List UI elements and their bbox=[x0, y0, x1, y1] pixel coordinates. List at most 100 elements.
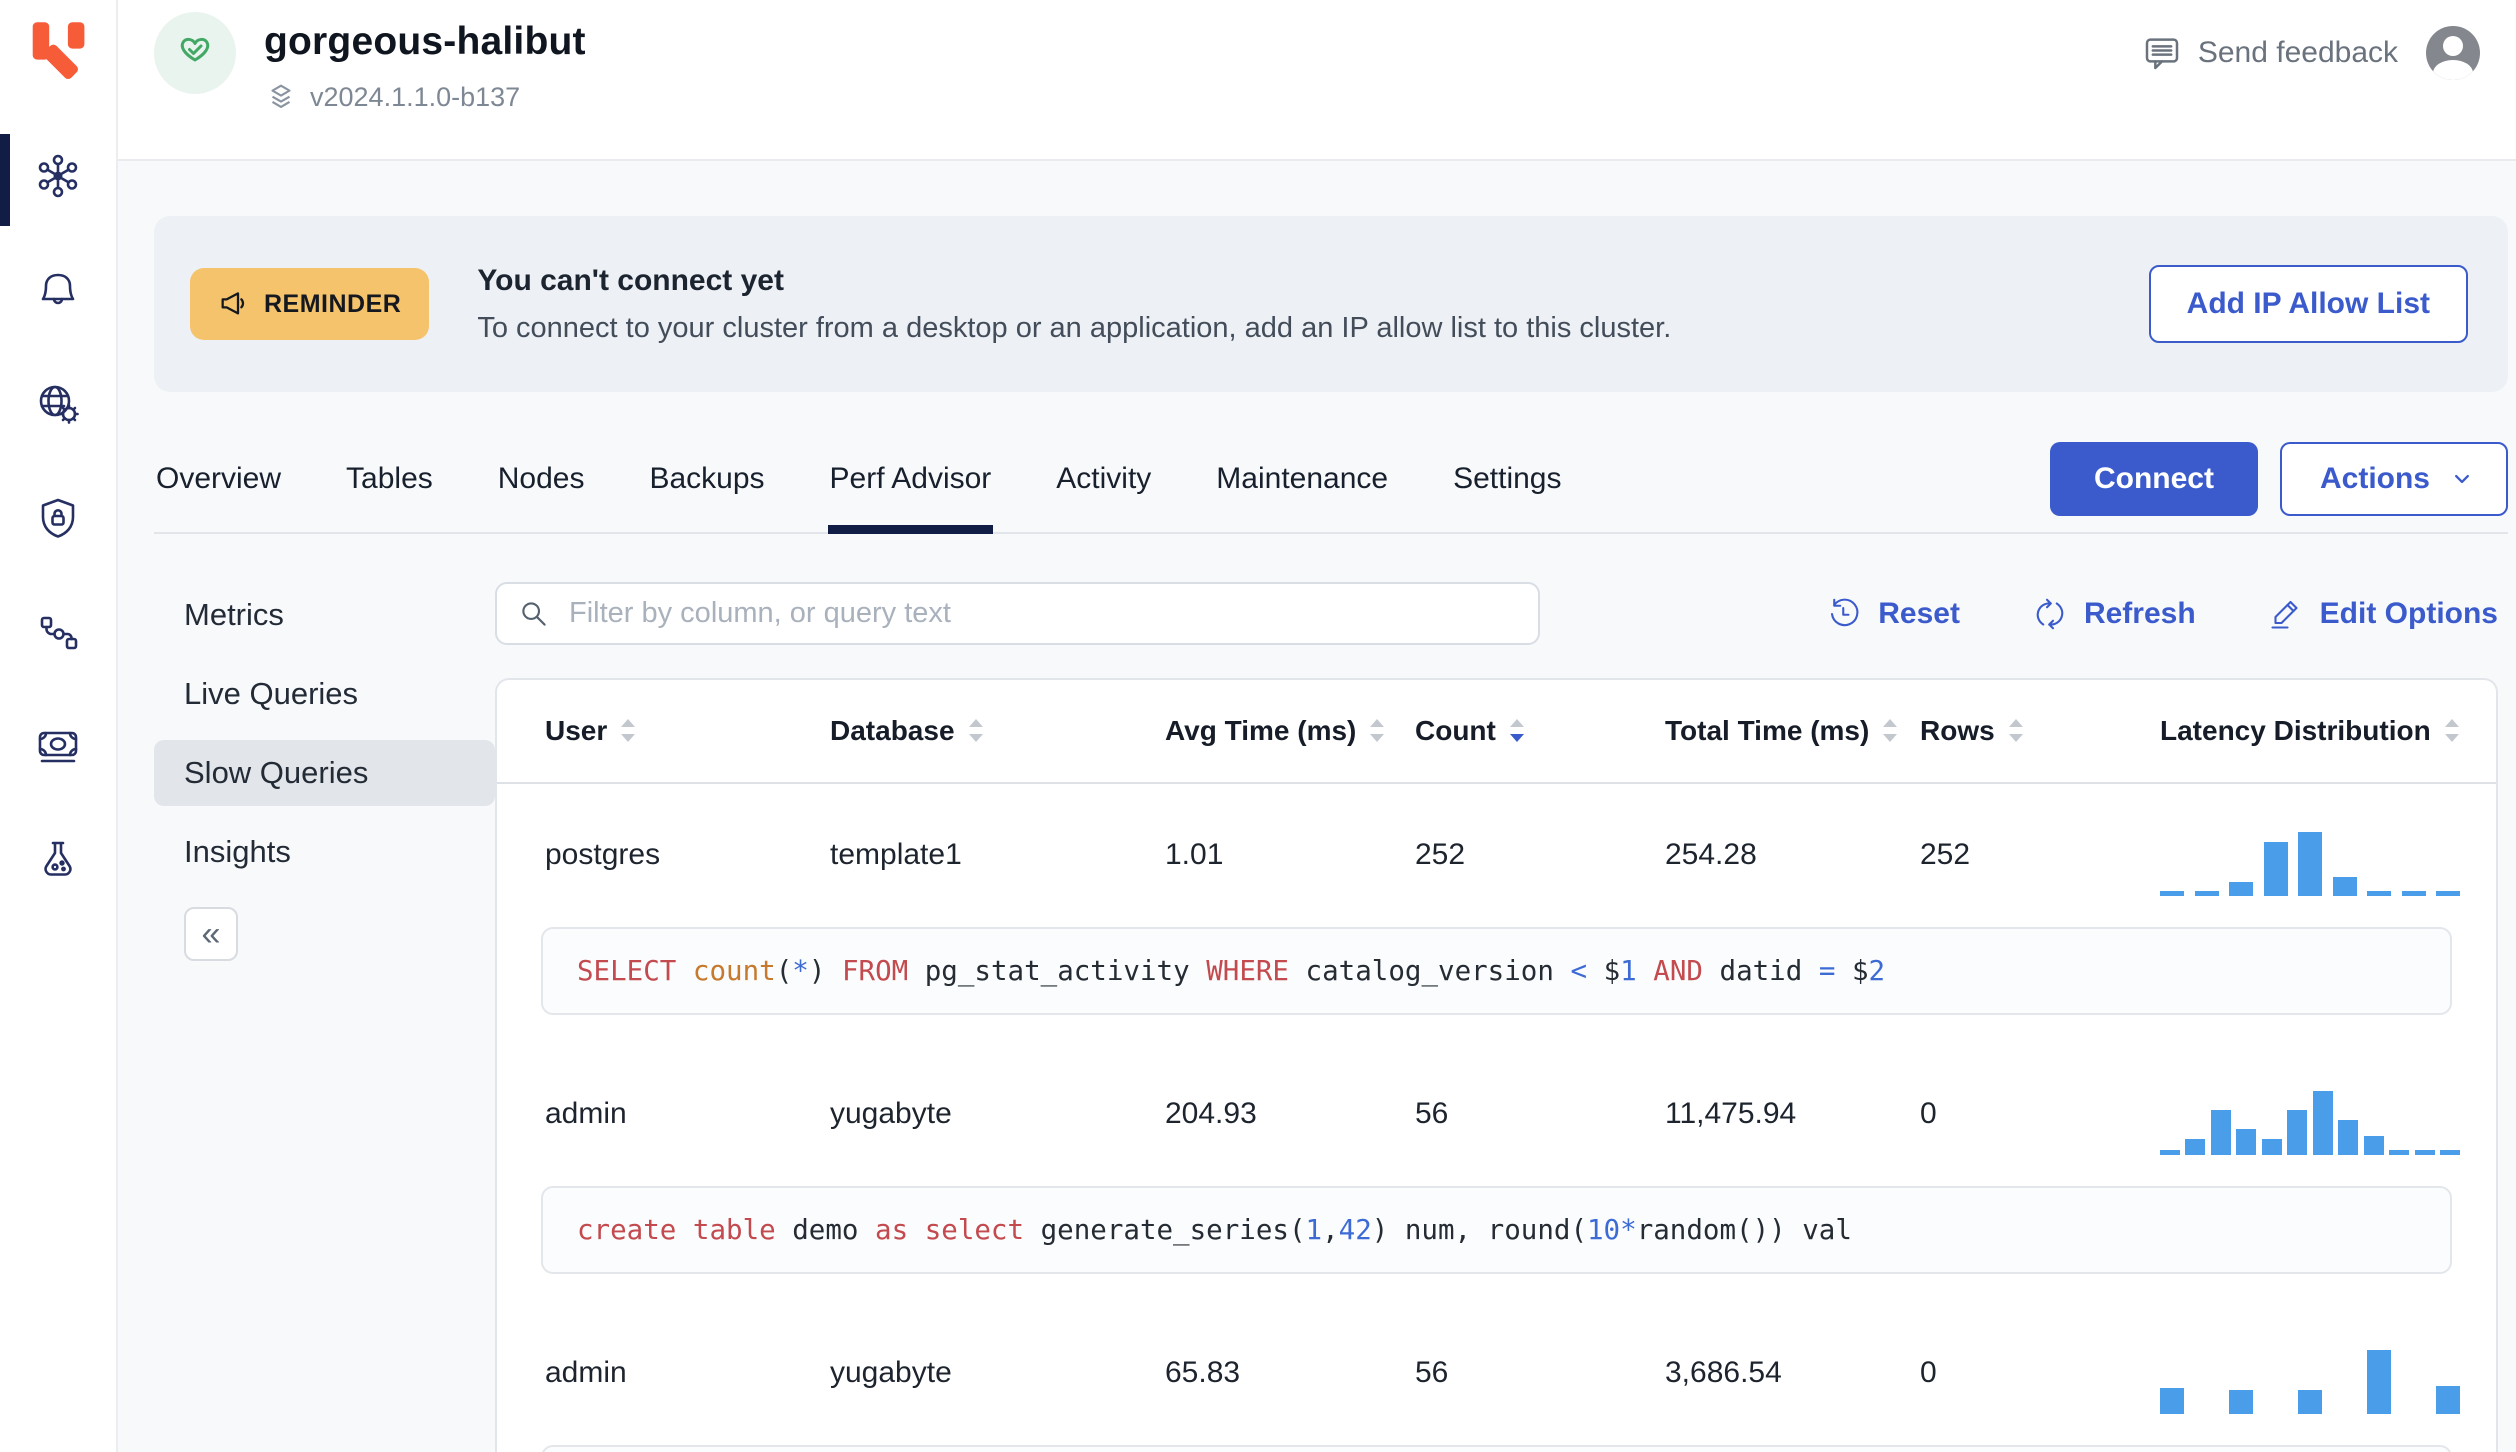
subnav-item-slow-queries[interactable]: Slow Queries bbox=[154, 740, 495, 806]
reminder-badge-label: REMINDER bbox=[264, 289, 402, 318]
query-row: drop table if exists demo bbox=[497, 1443, 2496, 1452]
table-row[interactable]: postgres template1 1.01 252 254.28 252 bbox=[497, 784, 2496, 925]
cell-rows: 0 bbox=[1920, 1355, 1937, 1389]
slow-queries-table: User Database Avg Time (ms) Count Total … bbox=[495, 678, 2498, 1452]
reset-history-icon bbox=[1831, 598, 1859, 626]
cell-avg-time: 65.83 bbox=[1165, 1355, 1241, 1389]
cell-count: 56 bbox=[1415, 1355, 1449, 1389]
subnav-item-insights[interactable]: Insights bbox=[154, 819, 495, 885]
query-row: create table demo as select generate_ser… bbox=[497, 1184, 2496, 1302]
rail-active-indicator bbox=[0, 134, 10, 226]
collapse-sidebar-button[interactable]: « bbox=[184, 907, 238, 961]
nav-billing-icon[interactable] bbox=[34, 722, 82, 770]
user-avatar[interactable] bbox=[2426, 26, 2480, 80]
cell-count: 252 bbox=[1415, 837, 1466, 871]
cell-database: yugabyte bbox=[830, 1355, 952, 1389]
cluster-version: v2024.1.1.0-b137 bbox=[310, 81, 521, 112]
page-title: gorgeous-halibut bbox=[264, 20, 586, 63]
sort-icon bbox=[1883, 719, 1898, 742]
cell-total-time: 3,686.54 bbox=[1665, 1355, 1782, 1389]
cell-avg-time: 1.01 bbox=[1165, 837, 1224, 871]
filter-input[interactable] bbox=[495, 582, 1540, 645]
cell-avg-time: 204.93 bbox=[1165, 1096, 1257, 1130]
table-row[interactable]: admin yugabyte 204.93 56 11,475.94 0 bbox=[497, 1043, 2496, 1184]
sort-icon bbox=[621, 719, 636, 742]
latency-histogram bbox=[2160, 828, 2460, 896]
cell-total-time: 11,475.94 bbox=[1665, 1096, 1797, 1130]
megaphone-icon bbox=[221, 292, 245, 315]
sort-icon bbox=[968, 719, 983, 742]
tab-backups[interactable]: Backups bbox=[647, 448, 766, 532]
cell-user: admin bbox=[545, 1355, 627, 1389]
feedback-icon bbox=[2145, 38, 2179, 70]
query-row: SELECT count(*) FROM pg_stat_activity WH… bbox=[497, 925, 2496, 1043]
subnav-item-metrics[interactable]: Metrics bbox=[154, 582, 495, 648]
send-feedback-button[interactable]: Send feedback bbox=[2142, 33, 2398, 73]
tab-perf-advisor[interactable]: Perf Advisor bbox=[827, 448, 994, 534]
cell-database: template1 bbox=[830, 837, 962, 871]
cluster-tabs: Overview Tables Nodes Backups Perf Advis… bbox=[154, 442, 2508, 534]
tab-settings[interactable]: Settings bbox=[1451, 448, 1563, 532]
actions-label: Actions bbox=[2319, 462, 2430, 495]
app-root: gorgeous-halibut v2024.1.1.0-b137 Send f… bbox=[0, 0, 2516, 1452]
column-header-latency-distribution[interactable]: Latency Distribution bbox=[2160, 715, 2466, 747]
perf-advisor-subnav: Metrics Live Queries Slow Queries Insigh… bbox=[118, 582, 495, 1452]
tab-activity[interactable]: Activity bbox=[1054, 448, 1153, 532]
tab-nodes[interactable]: Nodes bbox=[496, 448, 587, 532]
send-feedback-label: Send feedback bbox=[2197, 36, 2398, 69]
tab-tables[interactable]: Tables bbox=[344, 448, 435, 532]
nav-alerts-icon[interactable] bbox=[34, 266, 82, 314]
refresh-label: Refresh bbox=[2083, 596, 2196, 630]
cell-database: yugabyte bbox=[830, 1096, 952, 1130]
column-header-count[interactable]: Count bbox=[1415, 715, 1665, 747]
connect-button[interactable]: Connect bbox=[2049, 442, 2258, 516]
sql-query-text: create table demo as select generate_ser… bbox=[541, 1186, 2452, 1274]
latency-histogram bbox=[2160, 1346, 2460, 1414]
cell-user: postgres bbox=[545, 837, 661, 871]
column-header-rows[interactable]: Rows bbox=[1920, 715, 2160, 747]
reminder-banner: REMINDER You can't connect yet To connec… bbox=[154, 216, 2508, 392]
cell-user: admin bbox=[545, 1096, 627, 1130]
tab-overview[interactable]: Overview bbox=[154, 448, 283, 532]
sql-query-text: SELECT count(*) FROM pg_stat_activity WH… bbox=[541, 927, 2452, 1015]
actions-button[interactable]: Actions bbox=[2279, 442, 2508, 516]
nav-labs-icon[interactable] bbox=[34, 836, 82, 884]
version-layers-icon bbox=[271, 84, 291, 108]
edit-options-label: Edit Options bbox=[2319, 596, 2498, 630]
nav-clusters-icon[interactable] bbox=[34, 152, 82, 200]
refresh-button[interactable]: Refresh bbox=[2032, 596, 2196, 632]
add-ip-allow-list-button[interactable]: Add IP Allow List bbox=[2148, 265, 2468, 343]
cell-count: 56 bbox=[1415, 1096, 1449, 1130]
reset-button[interactable]: Reset bbox=[1826, 596, 1960, 632]
column-header-database[interactable]: Database bbox=[830, 715, 1165, 747]
subnav-item-live-queries[interactable]: Live Queries bbox=[154, 661, 495, 727]
sort-icon bbox=[1370, 719, 1385, 742]
column-header-avg-time[interactable]: Avg Time (ms) bbox=[1165, 715, 1415, 747]
nav-security-icon[interactable] bbox=[34, 494, 82, 542]
column-header-total-time[interactable]: Total Time (ms) bbox=[1665, 715, 1920, 747]
nav-network-access-icon[interactable] bbox=[34, 380, 82, 428]
banner-message: To connect to your cluster from a deskto… bbox=[477, 311, 1672, 344]
reset-label: Reset bbox=[1878, 596, 1960, 630]
tab-maintenance[interactable]: Maintenance bbox=[1214, 448, 1390, 532]
sort-icon bbox=[1509, 719, 1524, 742]
table-row[interactable]: admin yugabyte 65.83 56 3,686.54 0 bbox=[497, 1302, 2496, 1443]
cell-rows: 0 bbox=[1920, 1096, 1937, 1130]
yugabyte-logo-icon[interactable] bbox=[26, 20, 90, 86]
reminder-badge: REMINDER bbox=[190, 268, 430, 340]
banner-title: You can't connect yet bbox=[477, 263, 784, 297]
sort-icon bbox=[2008, 719, 2023, 742]
topbar: gorgeous-halibut v2024.1.1.0-b137 Send f… bbox=[118, 0, 2516, 161]
latency-histogram bbox=[2160, 1087, 2460, 1155]
slow-queries-toolbar: Reset Refresh bbox=[495, 582, 2498, 645]
nav-integrations-icon[interactable] bbox=[34, 608, 82, 656]
icon-rail bbox=[0, 0, 118, 1452]
cluster-health-icon bbox=[154, 12, 236, 94]
search-icon bbox=[522, 602, 546, 626]
refresh-icon bbox=[2036, 598, 2064, 629]
double-chevron-left-icon: « bbox=[201, 914, 221, 953]
edit-options-button[interactable]: Edit Options bbox=[2268, 596, 2498, 632]
cell-rows: 252 bbox=[1920, 837, 1971, 871]
column-header-user[interactable]: User bbox=[545, 715, 830, 747]
edit-pencil-icon bbox=[2271, 600, 2298, 629]
